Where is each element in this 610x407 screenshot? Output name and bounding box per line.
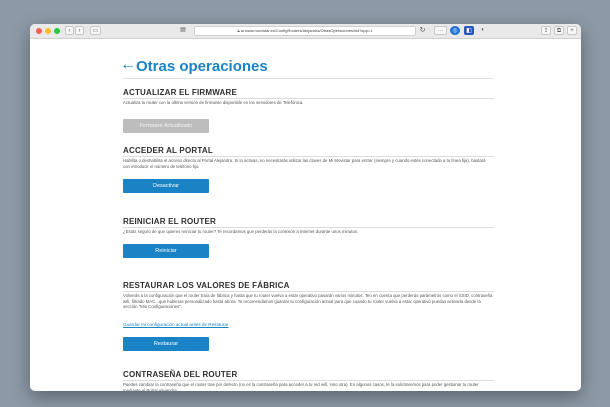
sidebar-toggle-icon[interactable]: ▭	[90, 26, 101, 35]
section-description-router-password: Puedes cambiar la contraseña que el rout…	[123, 382, 479, 391]
deactivate-button[interactable]: Desactivar	[123, 179, 209, 193]
browser-toolbar: ‹ › ▭ ▤ 🔒︎ ai.www.movistar.es/ConfigRout…	[30, 24, 581, 39]
section-title-router-password: CONTRASEÑA DEL ROUTER	[123, 370, 238, 379]
minimize-window-button[interactable]	[45, 28, 51, 34]
url-text: ai.www.movistar.es/ConfigRouters/Alejand…	[240, 28, 373, 33]
back-arrow-icon[interactable]: ←	[120, 57, 136, 73]
extension-icon[interactable]: ◐	[478, 26, 488, 35]
page-content: ← Otras operaciones ACTUALIZAR EL FIRMWA…	[30, 39, 581, 391]
close-window-button[interactable]	[36, 28, 42, 34]
save-config-link[interactable]: Guardar mi configuración actual antes de…	[123, 322, 228, 327]
forward-nav-button[interactable]: ›	[75, 26, 84, 35]
share-icon[interactable]: ⇪	[541, 26, 551, 35]
section-title-firmware: ACTUALIZAR EL FIRMWARE	[123, 88, 238, 97]
section-title-portal: ACCEDER AL PORTAL	[123, 146, 213, 155]
restore-button[interactable]: Restaurar	[123, 337, 209, 351]
reload-icon[interactable]: ↻	[418, 26, 427, 35]
section-description-factory-reset: Volverás a la configuración que el route…	[123, 293, 493, 310]
extension-icon[interactable]: ◎	[450, 26, 460, 35]
title-divider	[123, 78, 494, 79]
section-description-reboot: ¿Estás seguro de que quieres reiniciar t…	[123, 229, 359, 234]
extension-icon[interactable]: ◧	[464, 26, 474, 35]
lock-icon: 🔒︎	[237, 28, 240, 33]
section-description-portal: Habilita o deshabilita el acceso directo…	[123, 158, 486, 169]
more-options-button[interactable]: ···	[434, 26, 447, 35]
browser-window: ‹ › ▭ ▤ 🔒︎ ai.www.movistar.es/ConfigRout…	[30, 24, 581, 391]
tabs-overview-icon[interactable]: ⧉	[554, 26, 564, 35]
new-tab-icon[interactable]: +	[567, 26, 577, 35]
section-divider	[123, 291, 494, 292]
section-title-reboot: REINICIAR EL ROUTER	[123, 217, 216, 226]
maximize-window-button[interactable]	[54, 28, 60, 34]
section-divider	[123, 98, 494, 99]
section-divider	[123, 227, 494, 228]
address-bar[interactable]: 🔒︎ ai.www.movistar.es/ConfigRouters/Alej…	[194, 26, 416, 36]
firmware-updated-button: Firmware Actualizado	[123, 119, 209, 133]
back-nav-button[interactable]: ‹	[65, 26, 74, 35]
section-divider	[123, 156, 494, 157]
privacy-icon[interactable]: ▤	[178, 26, 188, 35]
reboot-button[interactable]: Reiniciar	[123, 244, 209, 258]
page-title: Otras operaciones	[136, 58, 268, 75]
section-title-factory-reset: RESTAURAR LOS VALORES DE FÁBRICA	[123, 281, 290, 290]
section-divider	[123, 380, 494, 381]
section-description-firmware: Actualiza tu router con la última versió…	[123, 100, 304, 105]
